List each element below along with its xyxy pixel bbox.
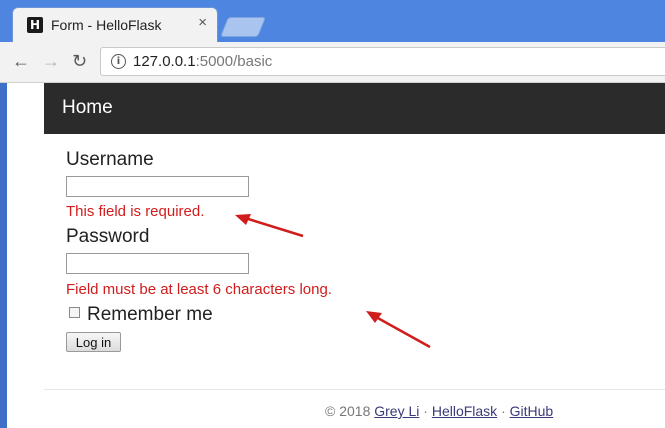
arrow-password-error: [366, 311, 431, 349]
arrow-username-error: [235, 214, 304, 238]
annotation-arrows: [235, 214, 431, 349]
